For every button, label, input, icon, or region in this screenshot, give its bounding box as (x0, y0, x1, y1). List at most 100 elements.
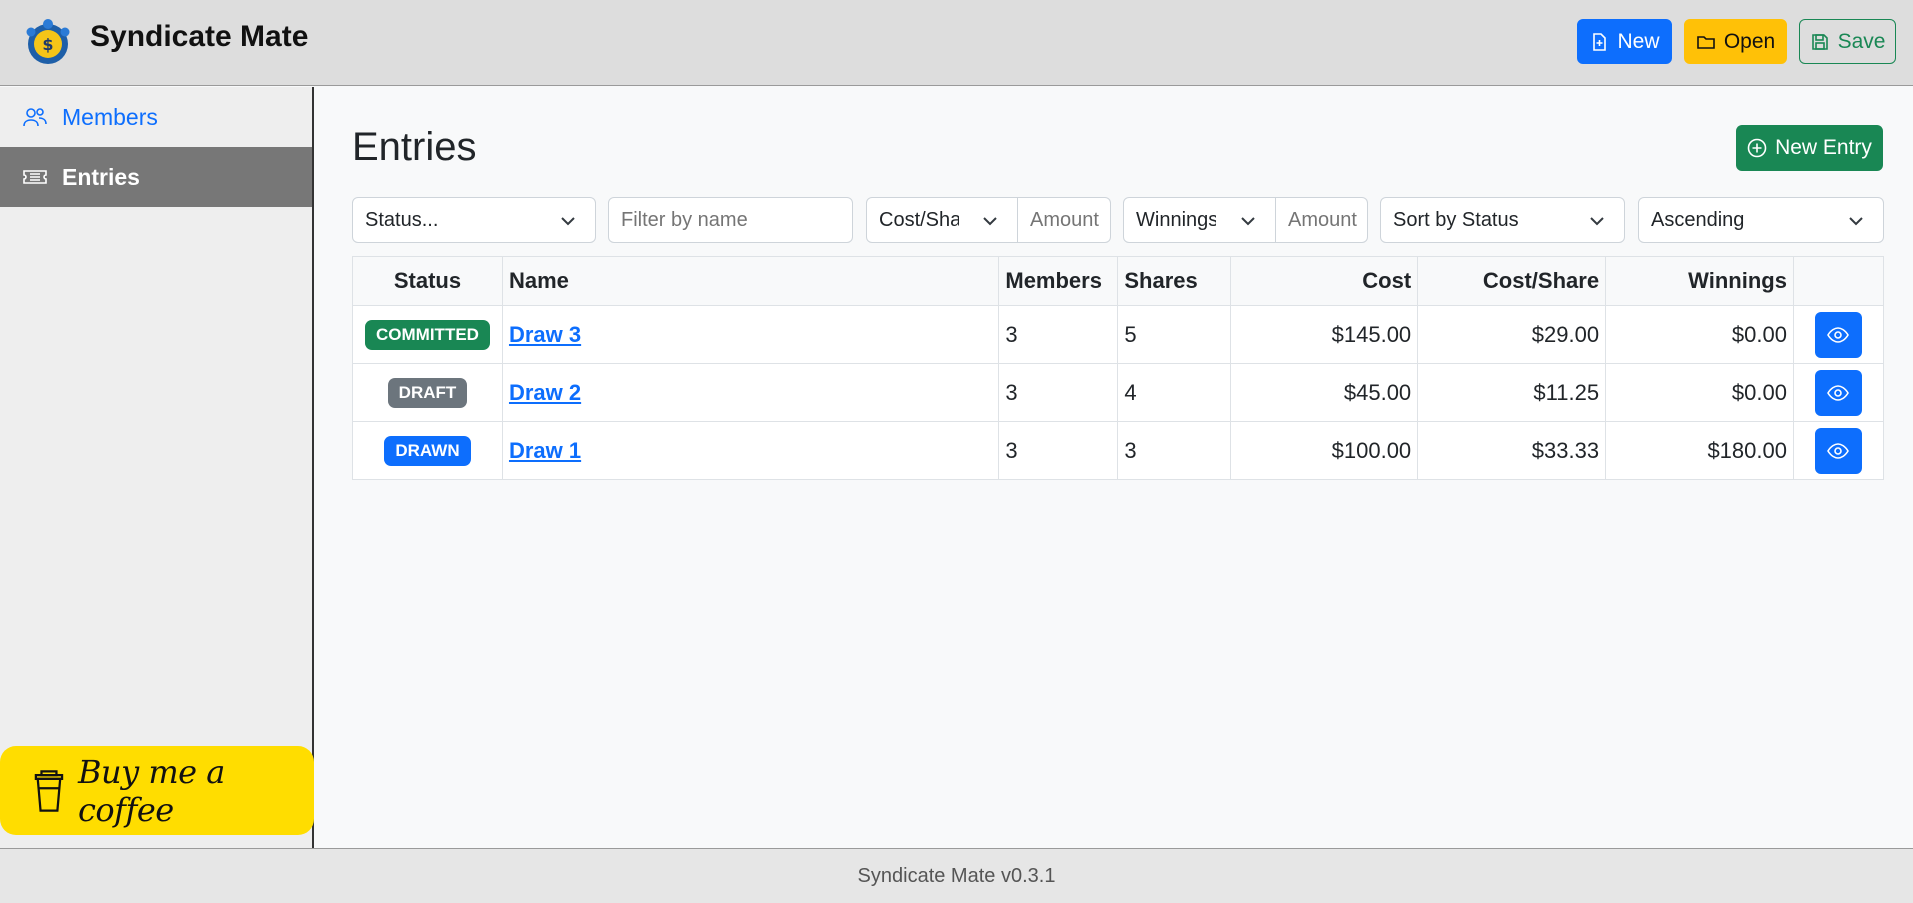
syndicate-logo-icon: $ (26, 19, 70, 64)
name-cell: Draw 1 (501, 421, 1000, 480)
sort-by-value: Sort by Status (1393, 208, 1519, 231)
eye-icon (1827, 326, 1850, 343)
chevron-down-icon (1590, 217, 1604, 226)
chevron-down-icon (1849, 217, 1863, 226)
sort-order-value: Ascending (1651, 208, 1745, 231)
coffee-label: Buy me a coffee (77, 752, 225, 829)
status-cell: DRAWN (352, 421, 503, 480)
winnings-cell: $180.00 (1605, 421, 1794, 480)
sidebar-item-members[interactable]: Members (0, 87, 312, 147)
actions-cell (1792, 421, 1885, 480)
coffee-cup-icon (34, 769, 64, 812)
version-text: Syndicate Mate v0.3.1 (857, 864, 1056, 887)
column-header-shares[interactable]: Shares (1117, 256, 1232, 306)
entry-name-link[interactable]: Draw 1 (509, 438, 581, 463)
winnings-cell: $0.00 (1605, 305, 1794, 364)
column-header-winnings[interactable]: Winnings (1605, 256, 1794, 306)
entry-name-link[interactable]: Draw 2 (509, 380, 581, 405)
save-button-label: Save (1837, 29, 1886, 53)
app-header: $ Syndicate Mate New Open Save (0, 0, 1913, 86)
column-header-cost-share[interactable]: Cost/Share (1417, 256, 1607, 306)
column-header-actions (1792, 256, 1885, 306)
winnings-operator-select[interactable]: Winnings (1123, 197, 1276, 243)
cost-share-cell: $29.00 (1417, 305, 1607, 364)
chevron-down-icon (1241, 217, 1255, 226)
app-title: Syndicate Mate (90, 20, 309, 53)
entries-table: Status Name Members Shares Cost Cost/Sha… (352, 256, 1885, 480)
new-entry-button[interactable]: New Entry (1736, 125, 1883, 171)
ticket-icon (23, 170, 47, 184)
page-title: Entries (352, 125, 477, 169)
open-button[interactable]: Open (1684, 19, 1787, 64)
eye-icon (1827, 384, 1850, 401)
view-entry-button[interactable] (1814, 311, 1862, 358)
members-cell: 3 (998, 305, 1119, 364)
folder-icon (1697, 35, 1715, 49)
plus-circle-icon (1747, 138, 1767, 158)
sidebar: Members Entries Buy me a coffee (0, 87, 314, 848)
view-entry-button[interactable] (1814, 369, 1862, 416)
actions-cell (1792, 363, 1885, 422)
chevron-down-icon (561, 217, 575, 226)
sidebar-item-entries[interactable]: Entries (0, 147, 312, 207)
sort-by-select[interactable]: Sort by Status (1380, 197, 1625, 243)
cost-share-operator-value: Cost/Share (879, 208, 959, 231)
column-header-cost[interactable]: Cost (1230, 256, 1419, 306)
eye-icon (1827, 442, 1850, 459)
new-button-label: New (1617, 29, 1660, 53)
winnings-amount-field[interactable] (1288, 208, 1367, 232)
main-content: Entries New Entry Status... Cost/Share W… (316, 87, 1913, 848)
status-badge: DRAWN (384, 435, 471, 466)
sort-order-select[interactable]: Ascending (1638, 197, 1884, 243)
table-row: DRAWN Draw 1 3 3 $100.00 $33.33 $180.00 (352, 421, 1885, 480)
save-button[interactable]: Save (1799, 19, 1896, 64)
cost-cell: $145.00 (1230, 305, 1419, 364)
winnings-cell: $0.00 (1605, 363, 1794, 422)
new-button[interactable]: New (1577, 19, 1672, 64)
name-filter-input[interactable] (608, 197, 853, 243)
name-cell: Draw 3 (501, 305, 1000, 364)
sidebar-item-label: Members (62, 103, 158, 130)
svg-text:$: $ (42, 35, 53, 54)
cost-share-cell: $11.25 (1417, 363, 1607, 422)
column-header-status[interactable]: Status (352, 256, 503, 306)
cost-cell: $100.00 (1230, 421, 1419, 480)
cost-share-cell: $33.33 (1417, 421, 1607, 480)
status-badge: COMMITTED (365, 319, 490, 350)
members-cell: 3 (998, 421, 1119, 480)
buy-me-a-coffee-button[interactable]: Buy me a coffee (0, 746, 314, 835)
table-header-row: Status Name Members Shares Cost Cost/Sha… (352, 256, 1885, 306)
cost-share-amount-input[interactable] (1018, 197, 1111, 243)
status-cell: DRAFT (352, 363, 503, 422)
status-badge: DRAFT (387, 377, 468, 408)
status-filter-value: Status... (365, 208, 439, 231)
cost-cell: $45.00 (1230, 363, 1419, 422)
members-cell: 3 (998, 363, 1119, 422)
shares-cell: 5 (1117, 305, 1232, 364)
sidebar-item-label: Entries (62, 163, 140, 190)
status-filter-select[interactable]: Status... (352, 197, 596, 243)
shares-cell: 3 (1117, 421, 1232, 480)
winnings-amount-input[interactable] (1276, 197, 1368, 243)
chevron-down-icon (983, 217, 997, 226)
table-row: DRAFT Draw 2 3 4 $45.00 $11.25 $0.00 (352, 363, 1885, 422)
column-header-members[interactable]: Members (998, 256, 1119, 306)
people-icon (23, 108, 47, 127)
cost-share-amount-field[interactable] (1030, 208, 1110, 232)
view-entry-button[interactable] (1814, 427, 1862, 474)
winnings-operator-value: Winnings (1136, 208, 1216, 231)
file-plus-icon (1593, 32, 1607, 51)
entry-name-link[interactable]: Draw 3 (509, 322, 581, 347)
cost-share-operator-select[interactable]: Cost/Share (866, 197, 1018, 243)
new-entry-label: New Entry (1775, 136, 1872, 159)
status-cell: COMMITTED (352, 305, 503, 364)
name-cell: Draw 2 (501, 363, 1000, 422)
footer: Syndicate Mate v0.3.1 (0, 848, 1913, 903)
name-filter-field[interactable] (621, 208, 852, 232)
shares-cell: 4 (1117, 363, 1232, 422)
column-header-name[interactable]: Name (501, 256, 1000, 306)
open-button-label: Open (1723, 29, 1776, 53)
floppy-disk-icon (1811, 33, 1828, 50)
actions-cell (1792, 305, 1885, 364)
table-row: COMMITTED Draw 3 3 5 $145.00 $29.00 $0.0… (352, 305, 1885, 364)
